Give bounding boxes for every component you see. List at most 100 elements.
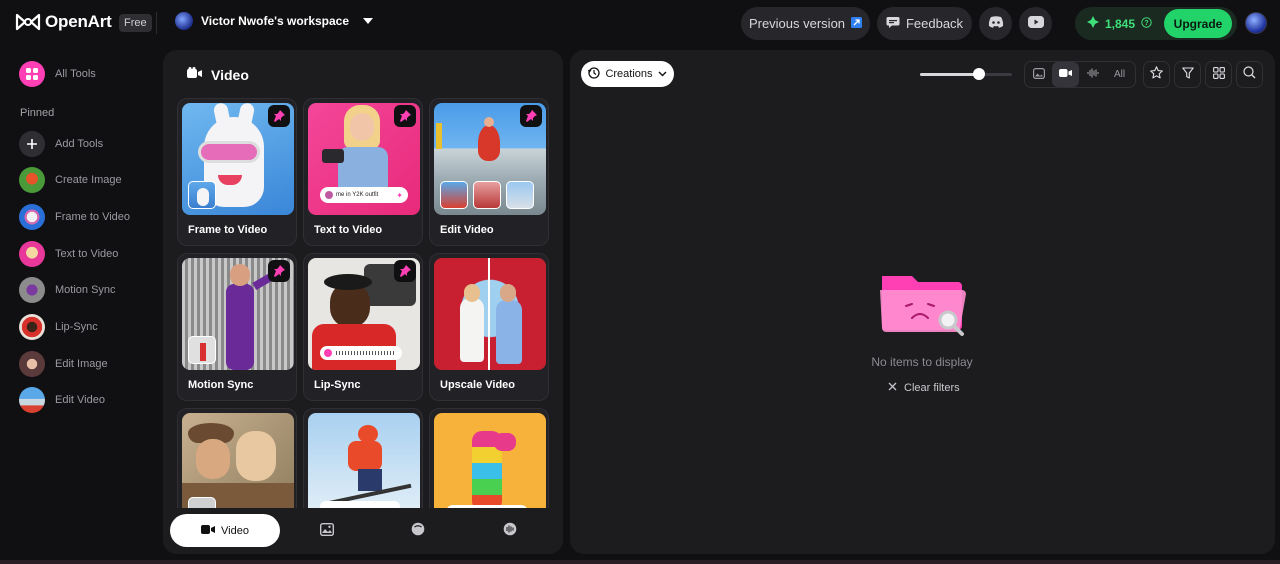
- prompt-chip: me in Y2K outfit ✦: [320, 187, 408, 203]
- video-camera-icon: [187, 67, 203, 83]
- audio-waveform-chip: [320, 346, 402, 360]
- tool-card-text-to-video[interactable]: me in Y2K outfit ✦ Text to Video: [303, 98, 423, 246]
- funnel-icon: [1181, 66, 1194, 84]
- tab-audio[interactable]: [455, 514, 563, 547]
- sidebar-item-motion-sync[interactable]: Motion Sync: [19, 277, 116, 303]
- bottom-edge: [0, 560, 1280, 564]
- video-icon: [1059, 68, 1072, 81]
- empty-folder-illustration: [872, 268, 972, 338]
- sidebar-item-all-tools[interactable]: All Tools: [19, 61, 96, 87]
- sidebar-item-lip-sync[interactable]: Lip-Sync: [19, 314, 98, 340]
- pin-icon[interactable]: [268, 260, 290, 282]
- tool-card-edit-video[interactable]: Edit Video: [429, 98, 549, 246]
- discord-icon: [988, 16, 1004, 31]
- tab-label: Video: [221, 524, 249, 537]
- openart-logo[interactable]: OpenArt: [15, 12, 112, 32]
- edit-frame-2-thumbnail: [473, 181, 501, 209]
- top-bar: OpenArt Free Victor Nwofe's workspace Pr…: [0, 0, 1280, 46]
- sidebar: All Tools Pinned Add Tools Create Image …: [0, 46, 162, 564]
- filter-audio-button[interactable]: [1079, 62, 1106, 87]
- row3-2-chip: [320, 501, 400, 508]
- sidebar-item-label: Add Tools: [55, 138, 104, 150]
- edit-frame-3-thumbnail: [506, 181, 534, 209]
- edit-frame-1-thumbnail: [440, 181, 468, 209]
- video-icon: [201, 524, 216, 538]
- mic-icon: [324, 349, 332, 357]
- discord-button[interactable]: [979, 7, 1012, 40]
- clear-filters-button[interactable]: Clear filters: [888, 382, 960, 394]
- grid-view-button[interactable]: [1205, 61, 1232, 88]
- sidebar-item-add-tools[interactable]: Add Tools: [19, 131, 103, 157]
- user-avatar[interactable]: [1245, 12, 1267, 34]
- tool-card-row3-3[interactable]: [429, 408, 549, 508]
- openart-logo-mark-icon: [15, 12, 41, 32]
- sidebar-item-frame-to-video[interactable]: Frame to Video: [19, 204, 130, 230]
- filter-button[interactable]: [1174, 61, 1201, 88]
- edit-image-thumbnail-icon: [19, 351, 45, 377]
- credits-balance[interactable]: 1,845 ?: [1087, 16, 1152, 31]
- workspace-switcher[interactable]: Victor Nwofe's workspace: [175, 12, 374, 30]
- frame-to-video-thumbnail-icon: [19, 204, 45, 230]
- sidebar-item-text-to-video[interactable]: Text to Video: [19, 241, 118, 267]
- face-icon: [411, 522, 425, 539]
- tool-card-upscale-video[interactable]: Upscale Video: [429, 253, 549, 401]
- filter-all-button[interactable]: All: [1106, 62, 1133, 87]
- search-button[interactable]: [1236, 61, 1263, 88]
- row3-1-preview-thumbnail: [188, 497, 216, 508]
- vintage-couple-thumbnail: [182, 413, 294, 508]
- zoom-slider-knob[interactable]: [972, 68, 985, 80]
- feedback-button[interactable]: Feedback: [877, 7, 972, 40]
- sidebar-item-label: Lip-Sync: [55, 321, 98, 333]
- history-icon: [588, 66, 601, 82]
- skier-thumbnail: [308, 413, 420, 508]
- tool-cards-grid: Frame to Video me in Y2K outfit ✦ Text t…: [177, 98, 549, 508]
- sparkle-icon: ✦: [396, 190, 403, 200]
- caret-down-icon: [363, 18, 374, 24]
- feedback-label: Feedback: [905, 16, 964, 31]
- sidebar-item-create-image[interactable]: Create Image: [19, 167, 122, 193]
- creations-dropdown[interactable]: Creations: [581, 61, 674, 87]
- sidebar-item-edit-video[interactable]: Edit Video: [19, 387, 105, 413]
- external-link-icon: [851, 16, 863, 31]
- previous-version-button[interactable]: Previous version: [741, 7, 870, 40]
- sidebar-item-edit-image[interactable]: Edit Image: [19, 351, 108, 377]
- star-icon: [1150, 65, 1163, 84]
- filter-image-button[interactable]: [1025, 62, 1052, 87]
- search-icon: [1243, 65, 1256, 84]
- pin-icon[interactable]: [520, 105, 542, 127]
- help-circle-icon[interactable]: ?: [1141, 16, 1152, 31]
- edit-video-thumbnail-icon: [19, 387, 45, 413]
- chevron-down-icon: [658, 68, 667, 80]
- creations-area: Creations All No items to display Clear …: [570, 50, 1275, 554]
- tool-card-motion-sync[interactable]: Motion Sync: [177, 253, 297, 401]
- favorites-button[interactable]: [1143, 61, 1170, 88]
- tool-card-row3-1[interactable]: [177, 408, 297, 508]
- youtube-button[interactable]: [1019, 7, 1052, 40]
- motion-reference-thumbnail: [188, 336, 216, 364]
- card-label: Upscale Video: [440, 379, 515, 391]
- sidebar-item-label: Text to Video: [55, 248, 119, 260]
- card-label: Lip-Sync: [314, 379, 361, 391]
- card-label: Text to Video: [314, 224, 383, 236]
- pin-icon[interactable]: [394, 260, 416, 282]
- panel-title: Video: [187, 67, 249, 83]
- zoom-slider-fill: [920, 73, 979, 76]
- card-label: Frame to Video: [188, 224, 268, 236]
- motion-sync-thumbnail-icon: [19, 277, 45, 303]
- filter-video-button[interactable]: [1052, 62, 1079, 87]
- credits-value: 1,845: [1105, 16, 1136, 31]
- lip-sync-thumbnail-icon: [19, 314, 45, 340]
- text-to-video-thumbnail-icon: [19, 241, 45, 267]
- pin-icon[interactable]: [268, 105, 290, 127]
- pin-icon[interactable]: [394, 105, 416, 127]
- header-divider: [156, 12, 157, 34]
- zoom-slider-track[interactable]: [920, 73, 1012, 76]
- upgrade-button[interactable]: Upgrade: [1164, 9, 1232, 38]
- panel-title-text: Video: [211, 67, 249, 83]
- tool-card-row3-2[interactable]: [303, 408, 423, 508]
- tool-card-lip-sync[interactable]: Lip-Sync: [303, 253, 423, 401]
- tab-video[interactable]: Video: [170, 514, 280, 547]
- tool-card-frame-to-video[interactable]: Frame to Video: [177, 98, 297, 246]
- workspace-avatar: [175, 12, 193, 30]
- chat-bubble-icon: [886, 16, 900, 32]
